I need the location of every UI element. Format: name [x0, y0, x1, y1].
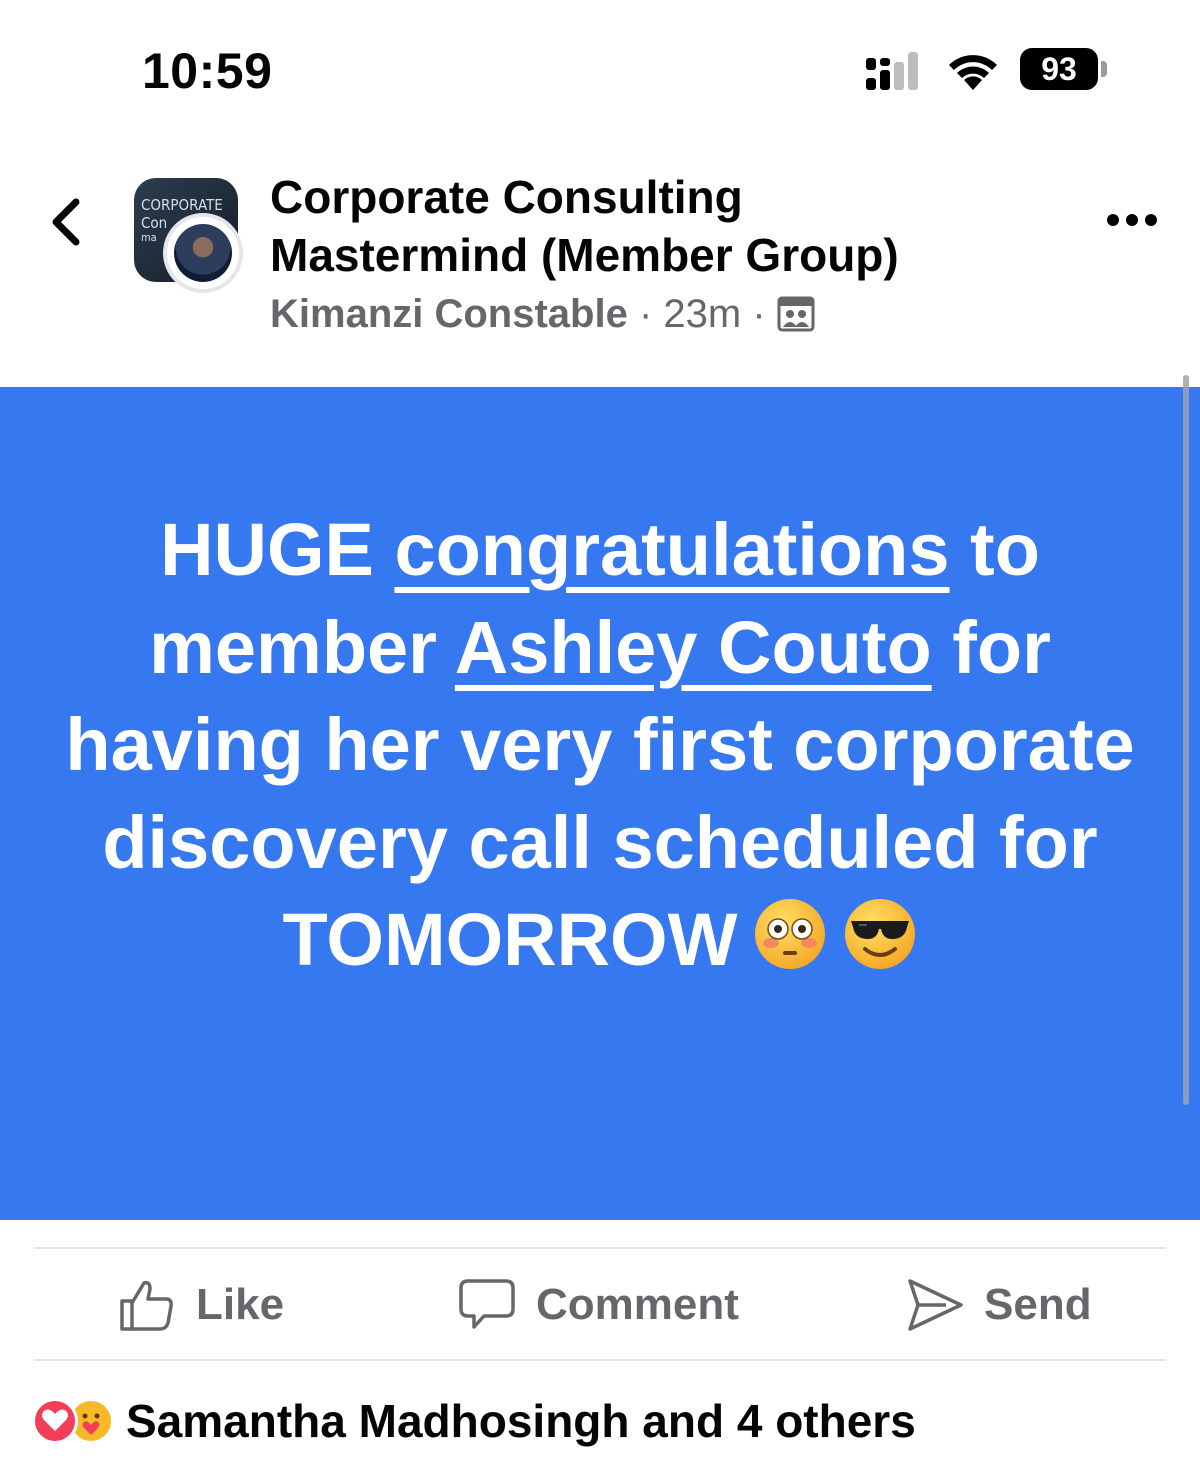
post-time[interactable]: 23m	[663, 292, 741, 336]
send-label: Send	[984, 1280, 1092, 1329]
group-title[interactable]: Corporate Consulting Mastermind (Member …	[270, 168, 899, 284]
post-text-part1: HUGE	[160, 508, 395, 591]
reactions-summary[interactable]: Samantha Madhosingh and 4 others	[32, 1393, 916, 1449]
divider-bottom	[34, 1359, 1166, 1361]
comment-button[interactable]: Comment	[458, 1275, 739, 1335]
love-reaction-icon	[32, 1398, 78, 1444]
group-avatar-text-line1: CORPORATE	[141, 196, 223, 214]
author-name[interactable]: Kimanzi Constable	[270, 292, 628, 336]
status-bar: 10:59 93	[0, 0, 1200, 140]
battery-icon: 93	[1020, 48, 1108, 92]
group-title-line2: Mastermind (Member Group)	[270, 229, 899, 281]
send-arrow-icon	[908, 1279, 963, 1331]
author-photo	[174, 224, 232, 282]
meta-separator-1: ·	[627, 292, 664, 336]
post-meta: Kimanzi Constable · 23m ·	[270, 290, 815, 338]
send-button[interactable]: Send	[906, 1275, 1092, 1335]
status-time: 10:59	[142, 43, 273, 99]
post-text: HUGE congratulations to member Ashley Co…	[60, 501, 1140, 989]
scrollbar[interactable]	[1183, 375, 1189, 1105]
cellular-signal-icon	[866, 52, 918, 90]
mention-link-ashley-couto[interactable]: Ashley Couto	[455, 606, 932, 689]
post-background: HUGE congratulations to member Ashley Co…	[0, 387, 1200, 1220]
comment-bubble-icon	[459, 1279, 515, 1329]
reaction-summary-text: Samantha Madhosingh and 4 others	[126, 1395, 916, 1447]
members-group-icon[interactable]	[777, 295, 815, 333]
author-avatar[interactable]	[163, 213, 243, 293]
like-button[interactable]: Like	[118, 1275, 284, 1335]
battery-level: 93	[1020, 48, 1098, 90]
post-header: CORPORATE Con ma Corporate Consulting Ma…	[0, 150, 1200, 380]
group-title-line1: Corporate Consulting	[270, 171, 743, 223]
hashtag-link-congratulations[interactable]: congratulations	[394, 508, 949, 591]
more-options-icon[interactable]	[1104, 208, 1160, 232]
comment-label: Comment	[536, 1280, 739, 1329]
like-thumb-icon	[120, 1280, 173, 1331]
meta-separator-2: ·	[741, 292, 777, 336]
smiling-face-with-sunglasses-emoji	[845, 899, 916, 969]
like-label: Like	[196, 1280, 285, 1329]
flushed-face-emoji	[755, 899, 826, 969]
battery-tip	[1101, 61, 1107, 77]
wifi-icon	[949, 55, 997, 90]
divider-top	[34, 1247, 1166, 1249]
back-chevron-icon[interactable]	[44, 194, 94, 250]
